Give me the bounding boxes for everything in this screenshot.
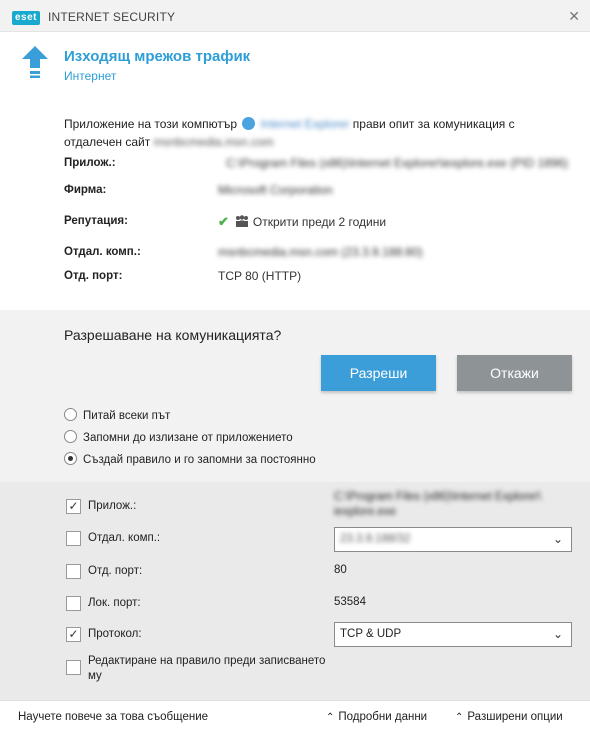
checkmark-icon: ✔	[218, 214, 229, 229]
remote-computer-select[interactable]: 23.3.9.188/32 ⌄	[334, 527, 572, 552]
learn-more-link[interactable]: Научете повече за това съобщение	[18, 711, 208, 723]
radio-remember-until-exit[interactable]: Запомни до излизане от приложението	[64, 430, 293, 444]
users-icon	[235, 215, 248, 227]
edit-rule-label-line1: Редактиране на правило преди записването	[88, 655, 326, 667]
protocol-checkbox[interactable]: ✓	[66, 627, 81, 642]
app-checkbox[interactable]: ✓	[66, 499, 81, 514]
detail-label-app: Прилож.:	[64, 157, 116, 169]
chevron-up-icon: ⌃	[326, 712, 335, 723]
detail-label-port: Отд. порт:	[64, 270, 123, 282]
radio-label: Запомни до излизане от приложението	[83, 432, 293, 444]
description-text: Приложение на този компютър Internet Exp…	[64, 115, 544, 151]
remote-site: msnbcmedia.msn.com	[153, 135, 274, 149]
dialog-subtitle: Интернет	[64, 69, 117, 83]
radio-button[interactable]	[64, 430, 77, 443]
advanced-options-link[interactable]: ⌃ Разширени опции	[455, 711, 563, 723]
radio-button[interactable]	[64, 408, 77, 421]
detail-label-reputation: Репутация:	[64, 215, 128, 227]
ie-icon	[242, 117, 256, 130]
title-bar: eset INTERNET SECURITY ✕	[0, 0, 590, 32]
arrow-up-icon	[22, 46, 48, 78]
footer: Научете повече за това съобщение ⌃ Подроб…	[0, 700, 590, 732]
details-link[interactable]: ⌃ Подробни данни	[326, 711, 427, 723]
remote-port-label: Отд. порт:	[88, 565, 143, 577]
dialog-title: Изходящ мрежов трафик	[64, 48, 251, 65]
description-part3: отдалечен сайт	[64, 135, 151, 149]
radio-ask-every-time[interactable]: Питай всеки път	[64, 408, 170, 422]
edit-rule-checkbox[interactable]	[66, 660, 81, 675]
protocol-label: Протокол:	[88, 628, 142, 640]
app-option-label: Прилож.:	[88, 500, 137, 512]
details-label: Подробни данни	[338, 711, 428, 723]
app-link[interactable]: Internet Explorer	[261, 117, 350, 131]
product-name: INTERNET SECURITY	[48, 10, 176, 24]
advanced-label: Разширени опции	[467, 711, 563, 723]
allow-button[interactable]: Разреши	[321, 355, 436, 391]
detail-label-remote: Отдал. комп.:	[64, 246, 141, 258]
app-path-line2: iexplore.exe	[334, 506, 397, 518]
remote-select-value: 23.3.9.188/32	[340, 533, 411, 545]
local-port-value: 53584	[334, 596, 366, 608]
app-path-line1: C:\Program Files (x86)\Internet Explorer…	[334, 491, 542, 503]
edit-rule-label-line2: му	[88, 670, 102, 682]
detail-value-company[interactable]: Microsoft Corporation	[218, 183, 333, 197]
protocol-select-value: TCP & UDP	[340, 628, 402, 640]
local-port-label: Лок. порт:	[88, 597, 141, 609]
protocol-select[interactable]: TCP & UDP ⌄	[334, 622, 572, 647]
detail-value-app: C:\Program Files (x86)\Internet Explorer…	[226, 156, 569, 170]
remote-checkbox[interactable]	[66, 531, 81, 546]
radio-button-selected[interactable]	[64, 452, 77, 465]
detail-value-reputation: ✔ Открити преди 2 години	[218, 214, 386, 230]
app-option-value: C:\Program Files (x86)\Internet Explorer…	[334, 490, 541, 520]
reputation-text: Открити преди 2 години	[252, 215, 387, 229]
local-port-checkbox[interactable]	[66, 596, 81, 611]
chevron-down-icon: ⌄	[552, 627, 563, 641]
remote-option-label: Отдал. комп.:	[88, 532, 161, 544]
eset-logo: eset	[12, 11, 41, 25]
detail-label-company: Фирма:	[64, 184, 107, 196]
edit-rule-label: Редактиране на правило преди записването…	[88, 654, 325, 684]
deny-button[interactable]: Откажи	[457, 355, 572, 391]
remote-port-checkbox[interactable]	[66, 564, 81, 579]
radio-label: Създай правило и го запомни за постоянно	[83, 454, 316, 466]
radio-label: Питай всеки път	[83, 410, 171, 422]
chevron-down-icon: ⌄	[552, 532, 563, 546]
question-text: Разрешаване на комуникацията?	[64, 327, 282, 343]
remote-port-value: 80	[334, 564, 347, 576]
description-part1: Приложение на този компютър	[64, 117, 238, 131]
close-icon[interactable]: ✕	[568, 8, 580, 25]
detail-value-remote: msnbcmedia.msn.com (23.3.9.188:80)	[218, 245, 423, 259]
detail-value-port: TCP 80 (HTTP)	[218, 269, 302, 283]
description-part2: прави опит за комуникация с	[352, 117, 515, 131]
radio-create-rule[interactable]: Създай правило и го запомни за постоянно	[64, 452, 316, 466]
chevron-up-icon: ⌃	[455, 712, 464, 723]
